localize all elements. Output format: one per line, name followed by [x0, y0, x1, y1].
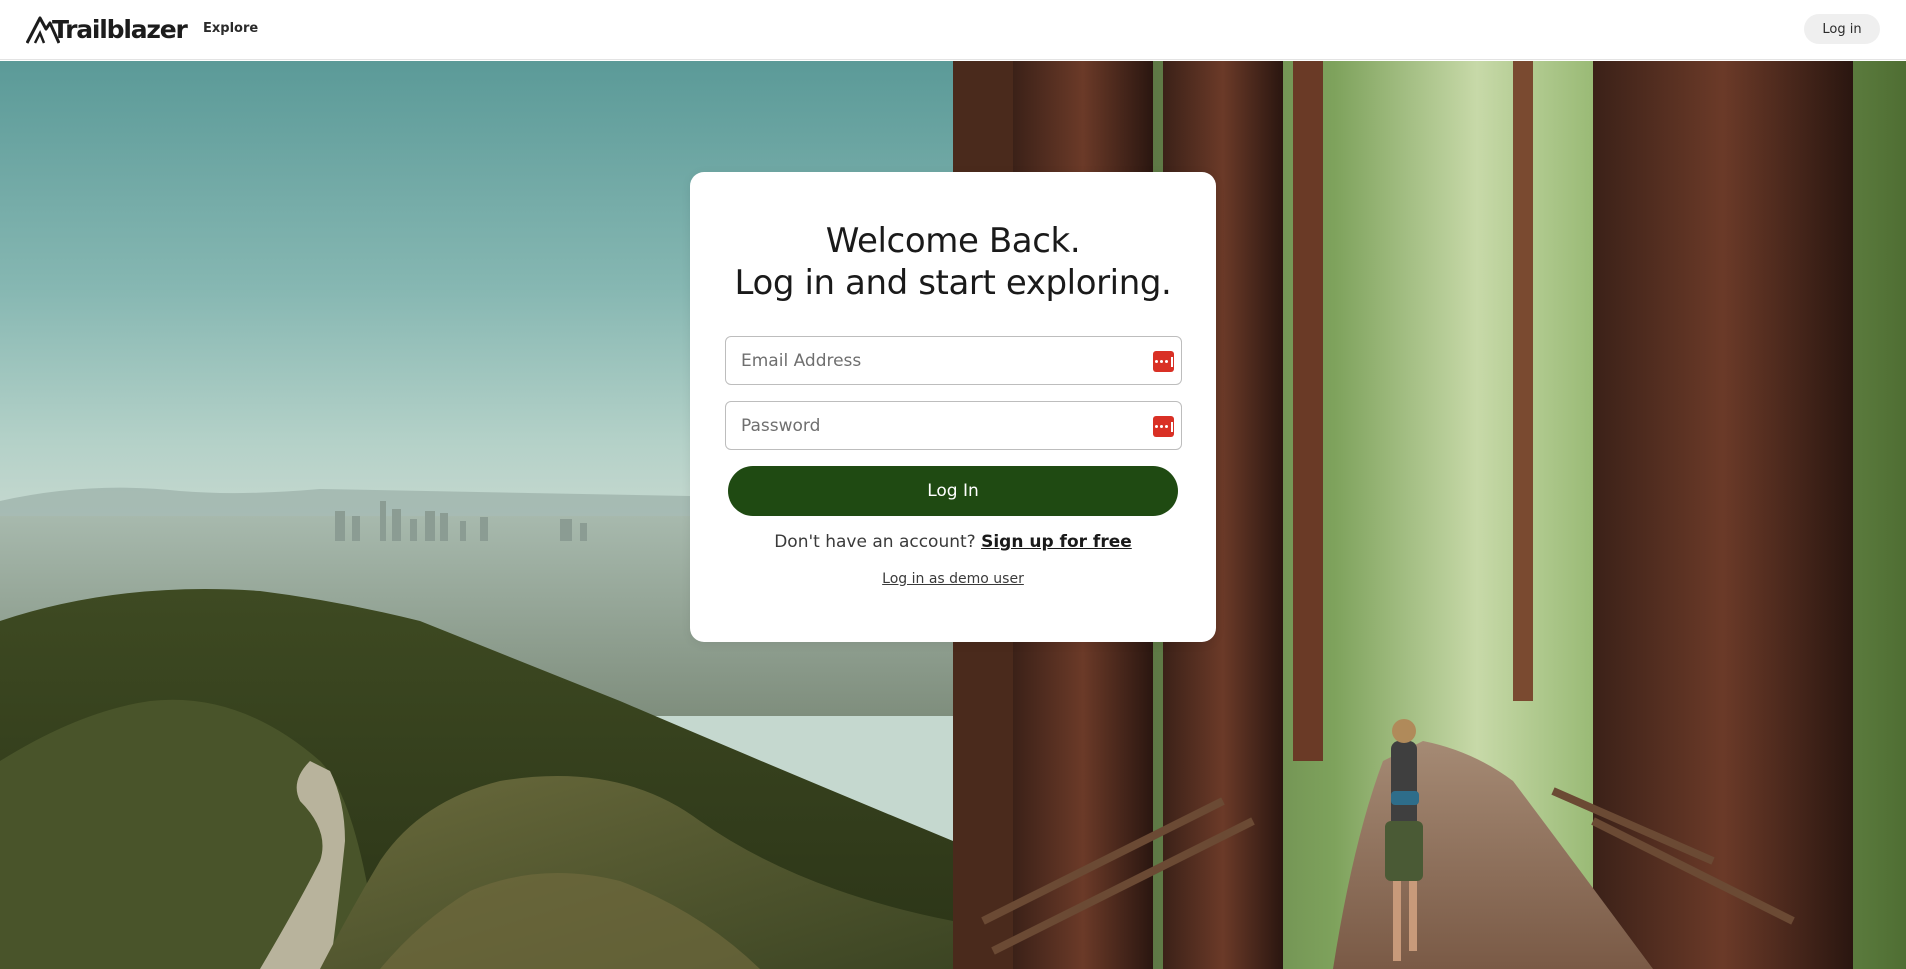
signup-prompt-text: Don't have an account? — [774, 532, 982, 552]
password-field-wrapper — [725, 401, 1182, 450]
brand-logo[interactable]: Trailblazer — [26, 15, 188, 45]
password-manager-icon[interactable] — [1153, 351, 1174, 372]
hero-background: Welcome Back. Log in and start exploring… — [0, 61, 1906, 969]
top-nav-bar: Trailblazer Explore Log in — [0, 0, 1906, 60]
email-field-wrapper — [725, 336, 1182, 385]
email-field[interactable] — [726, 337, 1181, 384]
heading-line-2: Log in and start exploring. — [734, 263, 1172, 303]
login-card: Welcome Back. Log in and start exploring… — [690, 172, 1216, 642]
signup-link[interactable]: Sign up for free — [981, 532, 1132, 552]
signup-prompt: Don't have an account? Sign up for free — [690, 532, 1216, 552]
brand-name: Trailblazer — [52, 15, 188, 44]
login-submit-button[interactable]: Log In — [728, 466, 1178, 516]
nav-explore-link[interactable]: Explore — [203, 21, 258, 36]
demo-login-link[interactable]: Log in as demo user — [690, 571, 1216, 587]
password-field[interactable] — [726, 402, 1181, 449]
page-title: Welcome Back. Log in and start exploring… — [690, 220, 1216, 304]
password-manager-icon[interactable] — [1153, 416, 1174, 437]
heading-line-1: Welcome Back. — [825, 221, 1081, 261]
header-login-button[interactable]: Log in — [1804, 14, 1880, 44]
